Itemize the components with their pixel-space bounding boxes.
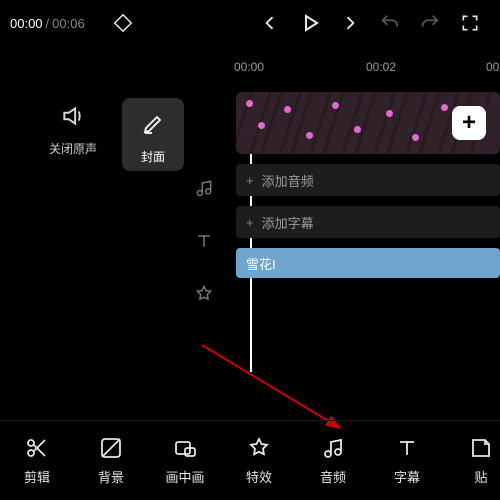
pip-icon bbox=[173, 435, 197, 461]
add-subtitle-track[interactable]: + 添加字幕 bbox=[236, 206, 500, 238]
music-icon bbox=[321, 435, 345, 461]
star-icon bbox=[247, 435, 271, 461]
mute-original-button[interactable]: 关闭原声 bbox=[42, 98, 104, 171]
time-separator: / bbox=[46, 16, 50, 31]
plus-icon: + bbox=[246, 173, 254, 188]
bottom-toolbar: 剪辑 背景 画中画 特效 音频 字幕 贴 bbox=[0, 420, 500, 500]
video-clip[interactable]: + bbox=[236, 92, 500, 154]
tool-fx-label: 特效 bbox=[246, 467, 272, 486]
time-total: 00:06 bbox=[52, 16, 85, 31]
tool-pip-label: 画中画 bbox=[165, 467, 204, 486]
tool-edit-label: 剪辑 bbox=[24, 467, 50, 486]
prev-icon[interactable] bbox=[250, 3, 290, 43]
add-audio-label: 添加音频 bbox=[262, 171, 314, 190]
tool-audio[interactable]: 音频 bbox=[296, 435, 370, 486]
undo-icon[interactable] bbox=[370, 3, 410, 43]
ruler-tick: 00:0 bbox=[486, 60, 500, 74]
play-icon[interactable] bbox=[290, 3, 330, 43]
sticker-icon bbox=[469, 435, 493, 461]
tool-sticker[interactable]: 贴 bbox=[444, 435, 500, 486]
tool-sticker-label: 贴 bbox=[474, 467, 487, 486]
time-current: 00:00 bbox=[10, 16, 43, 31]
fullscreen-icon[interactable] bbox=[450, 3, 490, 43]
mute-label: 关闭原声 bbox=[42, 140, 104, 157]
speaker-icon bbox=[42, 98, 104, 134]
effect-clip-label: 雪花I bbox=[246, 254, 276, 273]
scissors-icon bbox=[25, 435, 49, 461]
tool-bg-label: 背景 bbox=[98, 467, 124, 486]
ruler-tick: 00:00 bbox=[234, 60, 264, 74]
tool-pip[interactable]: 画中画 bbox=[148, 435, 222, 486]
add-clip-button[interactable]: + bbox=[452, 106, 486, 140]
tool-subtitle[interactable]: 字幕 bbox=[370, 435, 444, 486]
tool-background[interactable]: 背景 bbox=[74, 435, 148, 486]
effects-icon[interactable] bbox=[194, 284, 214, 309]
cover-label: 封面 bbox=[122, 148, 184, 165]
music-icon[interactable] bbox=[194, 178, 214, 203]
keyframe-icon[interactable] bbox=[103, 3, 143, 43]
tool-sub-label: 字幕 bbox=[394, 467, 420, 486]
effect-clip[interactable]: 雪花I bbox=[236, 248, 500, 278]
background-icon bbox=[99, 435, 123, 461]
add-subtitle-label: 添加字幕 bbox=[262, 213, 314, 232]
pencil-icon bbox=[122, 106, 184, 142]
cover-button[interactable]: 封面 bbox=[122, 98, 184, 171]
text-icon bbox=[395, 435, 419, 461]
add-audio-track[interactable]: + 添加音频 bbox=[236, 164, 500, 196]
redo-icon[interactable] bbox=[410, 3, 450, 43]
text-icon[interactable] bbox=[194, 231, 214, 256]
plus-icon: + bbox=[246, 215, 254, 230]
tool-edit[interactable]: 剪辑 bbox=[0, 435, 74, 486]
next-icon[interactable] bbox=[330, 3, 370, 43]
tool-audio-label: 音频 bbox=[320, 467, 346, 486]
tool-effects[interactable]: 特效 bbox=[222, 435, 296, 486]
ruler-tick: 00:02 bbox=[366, 60, 396, 74]
time-ruler[interactable]: 00:00 00:02 00:0 bbox=[226, 46, 500, 80]
